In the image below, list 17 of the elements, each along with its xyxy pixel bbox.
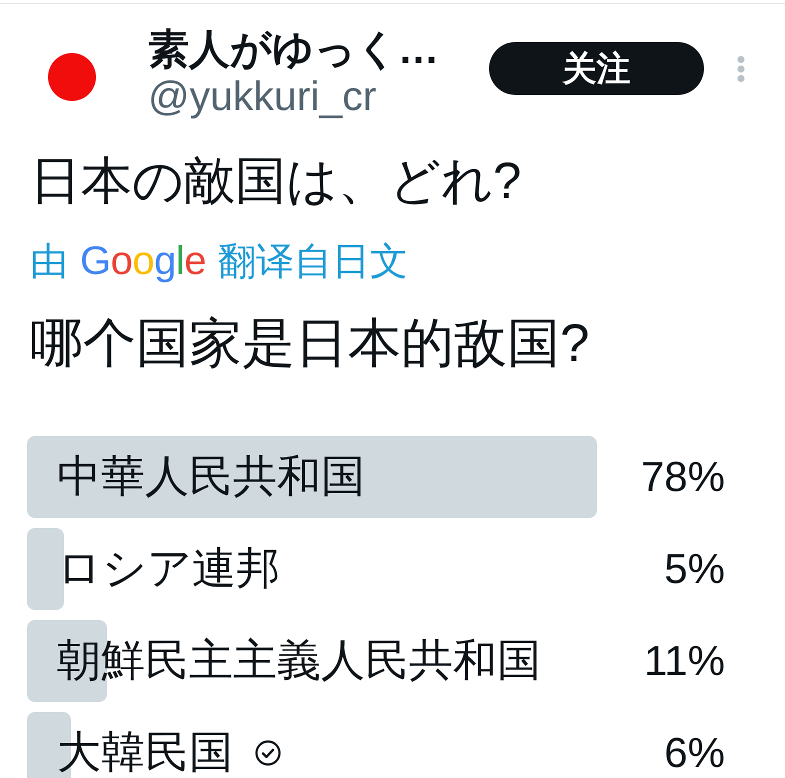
option-label: 中華人民共和国: [57, 451, 365, 503]
option-percent: 6%: [664, 728, 725, 778]
follow-button[interactable]: 关注: [489, 42, 704, 95]
option-label: 朝鮮民主主義人民共和国: [57, 635, 541, 687]
option-label: ロシア連邦: [57, 543, 280, 595]
translation-suffix: 翻译自日文: [218, 240, 408, 284]
display-name[interactable]: 素人がゆっく…: [148, 25, 439, 73]
translated-text: 哪个国家是日本的敌国?: [29, 313, 590, 375]
avatar[interactable]: [48, 53, 96, 101]
option-percent: 78%: [640, 452, 725, 502]
translation-prefix: 由: [30, 240, 68, 284]
user-handle[interactable]: @yukkuri_cr: [148, 73, 376, 119]
google-logo: Google: [80, 239, 206, 283]
option-percent: 11%: [644, 636, 725, 686]
tweet-text: 日本の敵国は、どれ?: [29, 151, 522, 211]
option-label: 大韓民国: [57, 727, 233, 778]
option-percent: 5%: [664, 544, 725, 594]
